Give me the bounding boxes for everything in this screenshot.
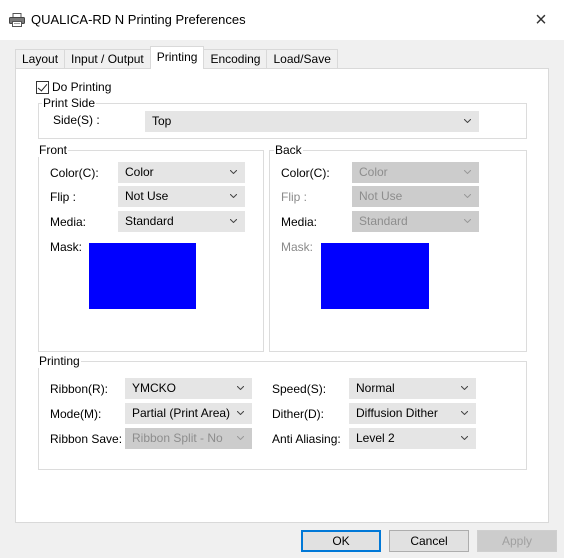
front-group-label: Front: [38, 143, 69, 157]
back-color-select[interactable]: Color: [352, 162, 479, 183]
chevron-down-icon: [237, 386, 244, 390]
chevron-down-icon: [237, 411, 244, 415]
ok-button[interactable]: OK: [301, 530, 381, 552]
printer-icon: [9, 13, 25, 27]
title-bar: QUALICA-RD N Printing Preferences ×: [0, 0, 564, 40]
side-value: Top: [152, 114, 172, 128]
chevron-down-icon: [230, 170, 237, 174]
chevron-down-icon: [464, 194, 471, 198]
front-color-label: Color(C):: [50, 166, 99, 180]
chevron-down-icon: [237, 436, 244, 440]
front-color-value: Color: [125, 165, 154, 179]
mode-value: Partial (Print Area): [132, 406, 231, 420]
front-flip-label: Flip :: [50, 190, 77, 204]
print-side-group-label: Print Side: [42, 96, 97, 110]
front-flip-select[interactable]: Not Use: [118, 186, 245, 207]
chevron-down-icon: [230, 219, 237, 223]
ribbon-save-value: Ribbon Split - No: [132, 431, 223, 445]
chevron-down-icon: [461, 386, 468, 390]
back-flip-value: Not Use: [359, 189, 403, 203]
front-media-select[interactable]: Standard: [118, 211, 245, 232]
chevron-down-icon: [464, 219, 471, 223]
speed-label: Speed(S):: [272, 382, 327, 396]
back-color-label: Color(C):: [281, 166, 330, 180]
side-select[interactable]: Top: [145, 111, 479, 132]
tab-layout[interactable]: Layout: [15, 49, 66, 69]
ribbon-value: YMCKO: [132, 381, 177, 395]
ribbon-save-label: Ribbon Save:: [50, 432, 123, 446]
print-side-group: Print Side Side(S) : Top: [38, 96, 527, 139]
printing-group-label: Printing: [38, 354, 81, 368]
anti-aliasing-value: Level 2: [356, 431, 395, 445]
front-mask-preview[interactable]: [89, 243, 196, 309]
ribbon-save-select[interactable]: Ribbon Split - No: [125, 428, 252, 449]
tab-strip: Layout Input / Output Printing Encoding …: [15, 46, 338, 69]
back-group: Back Color(C): Color Flip : Not Use Medi…: [269, 143, 527, 352]
back-media-value: Standard: [359, 214, 408, 228]
tab-load-save[interactable]: Load/Save: [266, 49, 338, 69]
chevron-down-icon: [230, 194, 237, 198]
speed-select[interactable]: Normal: [349, 378, 476, 399]
mode-label: Mode(M):: [50, 407, 102, 421]
chevron-down-icon: [461, 411, 468, 415]
front-media-label: Media:: [50, 215, 87, 229]
checkbox-checked-icon[interactable]: [36, 80, 49, 94]
mode-select[interactable]: Partial (Print Area): [125, 403, 252, 424]
chevron-down-icon: [461, 436, 468, 440]
do-printing-label: Do Printing: [52, 80, 112, 94]
dither-label: Dither(D):: [272, 407, 325, 421]
side-label: Side(S) :: [53, 113, 100, 127]
do-printing-checkbox[interactable]: Do Printing: [36, 80, 111, 94]
back-flip-label: Flip :: [281, 190, 308, 204]
window-title: QUALICA-RD N Printing Preferences: [31, 12, 246, 27]
anti-aliasing-select[interactable]: Level 2: [349, 428, 476, 449]
back-media-label: Media:: [281, 215, 318, 229]
front-media-value: Standard: [125, 214, 174, 228]
front-mask-label: Mask:: [50, 240, 83, 254]
cancel-button[interactable]: Cancel: [389, 530, 469, 552]
chevron-down-icon: [464, 170, 471, 174]
tab-input-output[interactable]: Input / Output: [64, 49, 151, 69]
close-icon: ×: [535, 8, 547, 31]
ribbon-label: Ribbon(R):: [50, 382, 109, 396]
dither-select[interactable]: Diffusion Dither: [349, 403, 476, 424]
anti-aliasing-label: Anti Aliasing:: [272, 432, 341, 446]
back-mask-label: Mask:: [281, 240, 314, 254]
back-color-value: Color: [359, 165, 388, 179]
back-media-select[interactable]: Standard: [352, 211, 479, 232]
close-button[interactable]: ×: [518, 0, 564, 40]
back-flip-select[interactable]: Not Use: [352, 186, 479, 207]
tab-printing[interactable]: Printing: [149, 46, 205, 69]
speed-value: Normal: [356, 381, 395, 395]
apply-button[interactable]: Apply: [477, 530, 557, 552]
dialog-body: Layout Input / Output Printing Encoding …: [0, 40, 564, 558]
back-group-label: Back: [274, 143, 303, 157]
front-group: Front Color(C): Color Flip : Not Use Med…: [38, 143, 264, 352]
ribbon-select[interactable]: YMCKO: [125, 378, 252, 399]
front-flip-value: Not Use: [125, 189, 169, 203]
front-color-select[interactable]: Color: [118, 162, 245, 183]
printing-tab-panel: Do Printing Print Side Side(S) : Top Fro…: [15, 68, 549, 523]
chevron-down-icon: [464, 119, 471, 123]
printing-group: Printing Ribbon(R): YMCKO Mode(M): Parti…: [38, 354, 527, 470]
dither-value: Diffusion Dither: [356, 406, 438, 420]
back-mask-preview[interactable]: [321, 243, 429, 309]
tab-encoding[interactable]: Encoding: [203, 49, 268, 69]
